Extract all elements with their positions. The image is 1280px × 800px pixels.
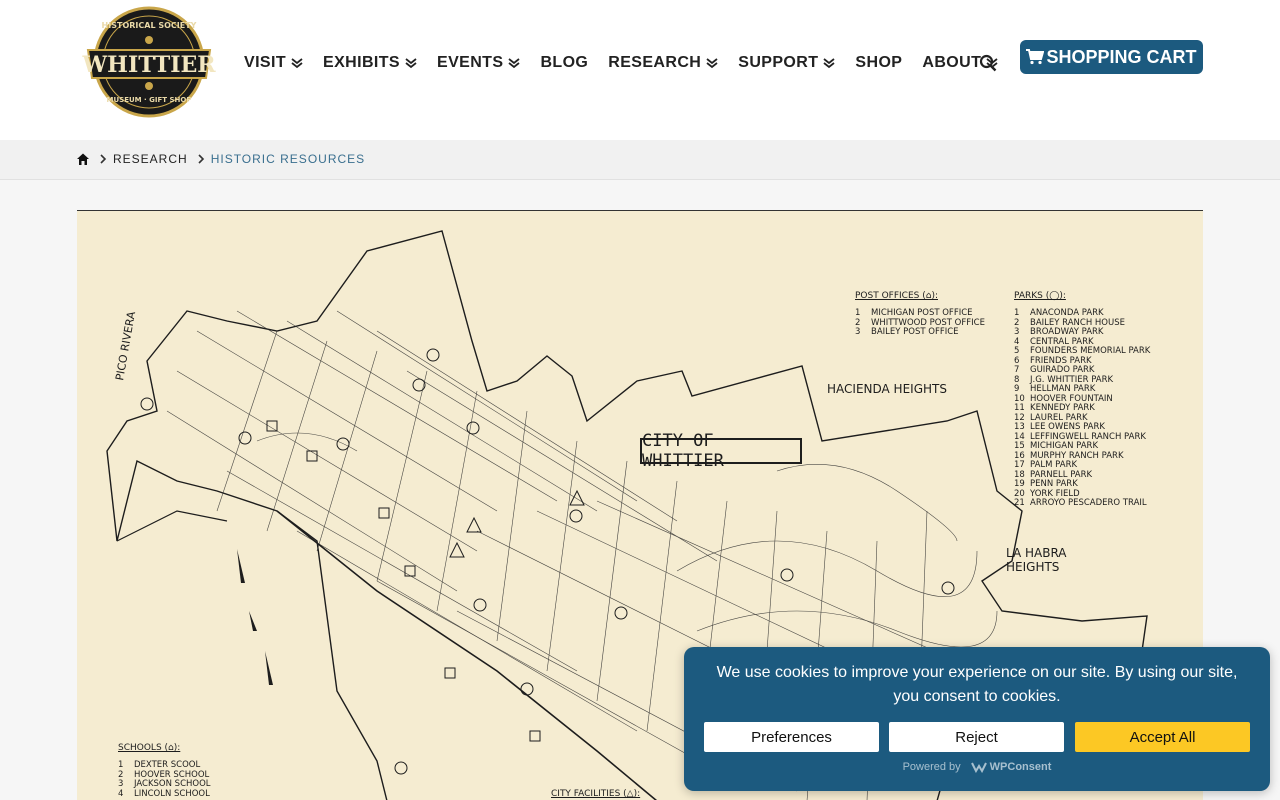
nav-label: ABOUT xyxy=(922,54,982,71)
breadcrumb-research[interactable]: RESEARCH xyxy=(113,152,188,166)
chevron-down-icon xyxy=(706,58,718,69)
legend-row: 3 BAILEY POST OFFICE xyxy=(855,327,959,337)
legend-heading: POST OFFICES (⌂): xyxy=(855,291,938,301)
nav-label: SHOP xyxy=(855,54,903,71)
cookie-reject-button[interactable]: Reject xyxy=(889,722,1064,752)
nav-visit[interactable]: VISIT xyxy=(244,54,303,72)
map-title: CITY OF WHITTIER xyxy=(640,431,802,471)
map-label-hacienda-heights: HACIENDA HEIGHTS xyxy=(827,382,947,396)
nav-label: RESEARCH xyxy=(608,54,702,71)
chevron-right-icon xyxy=(198,154,204,164)
chevron-down-icon xyxy=(405,58,417,69)
chevron-down-icon xyxy=(823,58,835,69)
nav-blog[interactable]: BLOG xyxy=(540,54,588,72)
map-label-pico-rivera: PICO RIVERA xyxy=(113,310,138,381)
nav-label: VISIT xyxy=(244,54,287,71)
main-nav: VISIT EXHIBITS EVENTS BLOG RESEARCH SUPP… xyxy=(244,52,1018,74)
map-label-la-habra: LA HABRA xyxy=(1006,546,1067,560)
nav-exhibits[interactable]: EXHIBITS xyxy=(323,54,417,72)
legend-parks: PARKS (◯): 1 ANACONDA PARK 2 BAILEY RANCH … xyxy=(1014,291,1150,509)
legend-post-offices: POST OFFICES (⌂): 1 MICHIGAN POST OFFICE … xyxy=(855,291,985,338)
cookie-powered-by: Powered by WPConsent xyxy=(684,761,1270,773)
legend-row: 21 ARROYO PESCADERO TRAIL xyxy=(1014,498,1147,508)
legend-row: 4 LINCOLN SCHOOL xyxy=(118,788,210,799)
legend-city-facilities: CITY FACILITIES (△): xyxy=(551,789,640,800)
chevron-down-icon xyxy=(508,58,520,69)
whittier-logo[interactable]: HISTORICAL SOCIETY WHITTIER MUSEUM · GIF… xyxy=(81,6,216,118)
cookie-preferences-button[interactable]: Preferences xyxy=(704,722,879,752)
nav-label: BLOG xyxy=(540,54,589,71)
breadcrumb-historic-resources: HISTORIC RESOURCES xyxy=(210,152,366,166)
legend-heading: PARKS (◯): xyxy=(1014,291,1066,301)
nav-events[interactable]: EVENTS xyxy=(437,54,520,72)
nav-label: EVENTS xyxy=(437,54,504,71)
cookie-accept-all-button[interactable]: Accept All xyxy=(1075,722,1250,752)
wpconsent-logo-icon xyxy=(970,762,987,773)
logo-bottom-text: MUSEUM · GIFT SHOP xyxy=(107,96,192,104)
legend-heading: SCHOOLS (⌂): xyxy=(118,743,181,753)
logo-main-text: WHITTIER xyxy=(82,52,216,78)
wpconsent-label: WPConsent xyxy=(989,761,1052,773)
search-icon[interactable] xyxy=(979,54,997,72)
cookie-message: We use cookies to improve your experienc… xyxy=(716,664,1238,705)
nav-support[interactable]: SUPPORT xyxy=(738,54,835,72)
cookie-consent-banner: We use cookies to improve your experienc… xyxy=(684,647,1270,791)
wpconsent-brand[interactable]: WPConsent xyxy=(965,761,1052,773)
logo-top-text: HISTORICAL SOCIETY xyxy=(102,21,197,30)
legend-schools: SCHOOLS (⌂): 1 DEXTER SCOOL 2 HOOVER SCHOO… xyxy=(118,743,211,799)
breadcrumb-bar: RESEARCH HISTORIC RESOURCES xyxy=(0,140,1280,180)
chevron-right-icon xyxy=(100,154,107,164)
cart-icon xyxy=(1026,49,1045,65)
breadcrumb: RESEARCH HISTORIC RESOURCES xyxy=(76,152,365,166)
shopping-cart-button[interactable]: SHOPPING CART xyxy=(1020,40,1203,74)
map-label-la-habra-heights: HEIGHTS xyxy=(1006,560,1060,574)
nav-label: SUPPORT xyxy=(738,54,819,71)
home-icon[interactable] xyxy=(76,152,90,166)
nav-label: EXHIBITS xyxy=(323,54,401,71)
cart-label: SHOPPING CART xyxy=(1046,46,1197,67)
nav-research[interactable]: RESEARCH xyxy=(608,54,718,72)
legend-heading: CITY FACILITIES (△): xyxy=(551,789,641,799)
nav-shop[interactable]: SHOP xyxy=(855,54,902,72)
site-header: HISTORICAL SOCIETY WHITTIER MUSEUM · GIF… xyxy=(0,0,1280,140)
powered-by-label: Powered by xyxy=(902,761,961,773)
chevron-down-icon xyxy=(291,58,303,69)
